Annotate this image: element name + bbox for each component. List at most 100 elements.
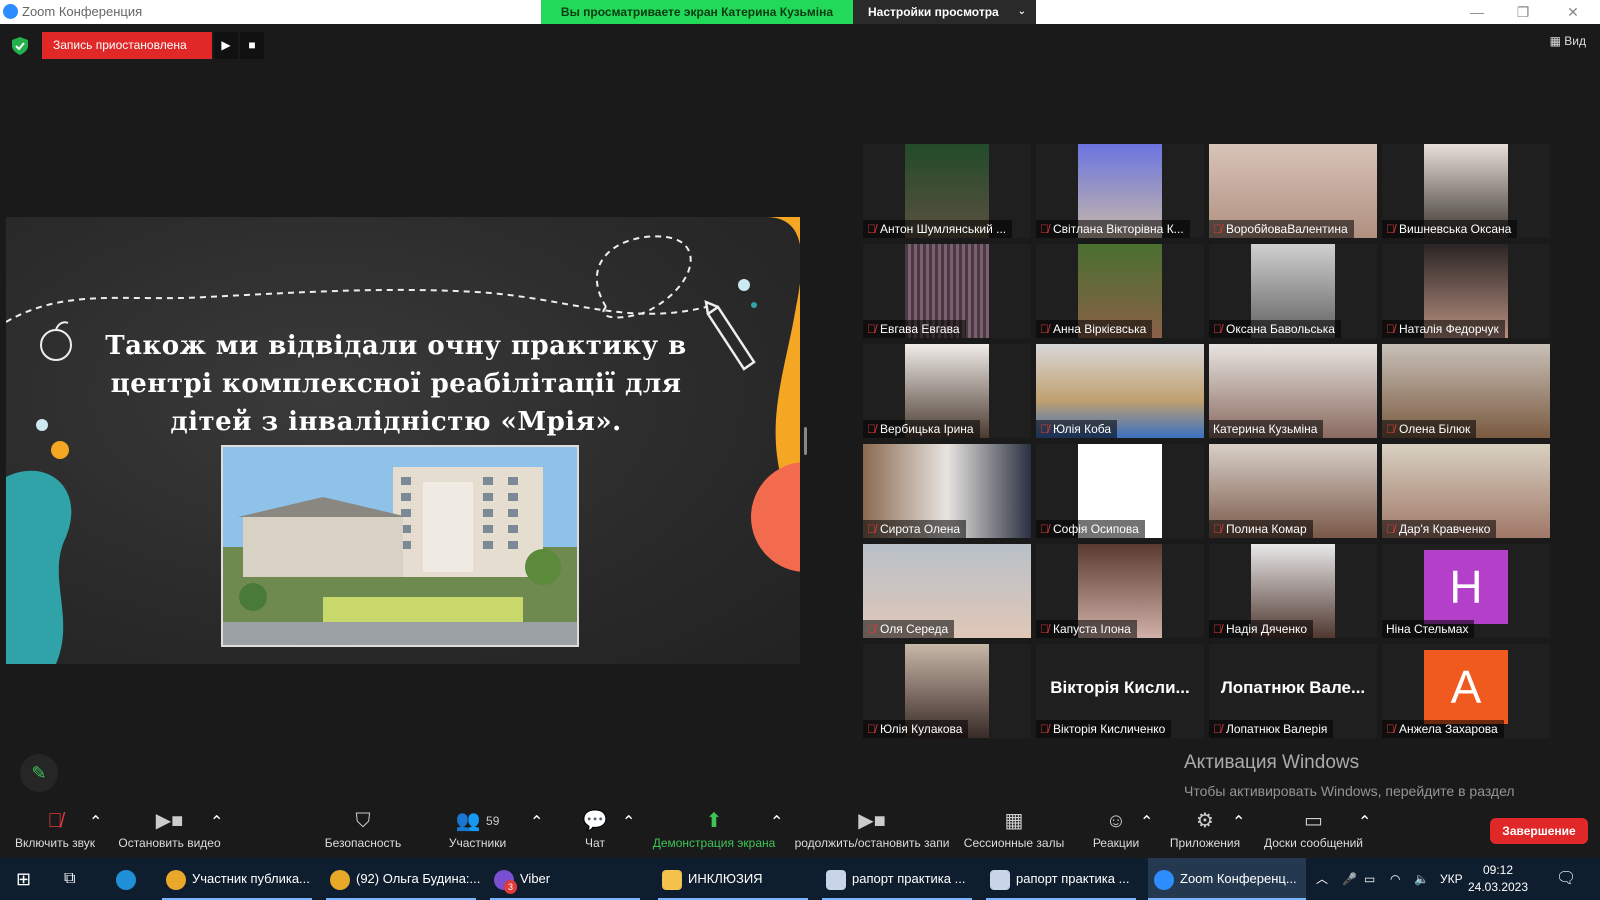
participant-tile[interactable]: 🎙̸ Софія Осипова [1036, 444, 1204, 538]
language-indicator[interactable]: УКР [1440, 858, 1463, 900]
participant-tile[interactable]: Вікторія Кисли... 🎙̸ Вікторія Кисличенко [1036, 644, 1204, 738]
share-options-caret[interactable]: ⌃ [770, 812, 783, 832]
participant-name: Світлана Вікторівна К... [1053, 222, 1184, 236]
participant-tile[interactable]: 🎙̸ Евгава Евгава [863, 244, 1031, 338]
audio-options-caret[interactable]: ⌃ [89, 812, 102, 832]
tray-mic-icon[interactable]: 🎤 [1342, 858, 1357, 900]
shield-check-icon[interactable] [12, 37, 28, 55]
muted-mic-icon: 🎙̸ [867, 222, 876, 236]
whiteboards-button[interactable]: ▭ Доски сообщений [1256, 806, 1371, 858]
participant-tile[interactable]: 🎙̸ Світлана Вікторівна К... [1036, 144, 1204, 238]
record-controls-icon: ▶■ [858, 810, 886, 832]
whiteboards-options-caret[interactable]: ⌃ [1358, 812, 1371, 832]
share-screen-button[interactable]: ⬆ Демонстрация экрана [648, 806, 780, 858]
participant-tile[interactable]: 🎙̸ Надія Дяченко [1209, 544, 1377, 638]
participant-tile[interactable]: 🎙̸ Юлія Коба [1036, 344, 1204, 438]
document-icon [826, 869, 846, 890]
participant-name: Надія Дяченко [1226, 622, 1308, 636]
taskbar-item-folder[interactable]: ИНКЛЮЗИЯ [658, 858, 808, 900]
taskbar-item-word-2[interactable]: рапорт практика ... [986, 858, 1136, 900]
stop-recording-button[interactable]: ■ [240, 32, 264, 59]
reactions-button[interactable]: ☺ Реакции [1088, 806, 1144, 858]
participant-name: Софія Осипова [1053, 522, 1139, 536]
edge-browser-icon[interactable] [116, 858, 146, 900]
apps-label: Приложения [1169, 836, 1241, 850]
participants-button[interactable]: 👥 59 Участники [440, 806, 515, 858]
record-controls-button[interactable]: ▶■ родолжить/остановить запи [788, 806, 956, 858]
taskbar-item-viber[interactable]: Viber [490, 858, 640, 900]
participant-tile[interactable]: 🎙̸ Олена Білюк [1382, 344, 1550, 438]
participant-tile[interactable]: 🎙̸ Дар'я Кравченко [1382, 444, 1550, 538]
participant-tile[interactable]: 🎙̸ Наталія Федорчук [1382, 244, 1550, 338]
wifi-icon[interactable]: ◠ [1390, 858, 1400, 900]
participant-tile[interactable]: 🎙̸ Полина Комар [1209, 444, 1377, 538]
participant-tile[interactable]: 🎙̸ Анна Віркієвська [1036, 244, 1204, 338]
tray-chevron-icon[interactable]: ︿ [1316, 858, 1328, 900]
participant-tile[interactable]: 🎙̸ Вишневська Оксана [1382, 144, 1550, 238]
breakout-rooms-button[interactable]: ▦ Сессионные залы [962, 806, 1066, 858]
taskbar-item-browser-1[interactable]: Участник публика... [162, 858, 312, 900]
participant-display-name: Вікторія Кисли... [1050, 678, 1190, 697]
reactions-options-caret[interactable]: ⌃ [1140, 812, 1153, 832]
windows-start-icon[interactable]: ⊞ [16, 858, 42, 900]
participant-name: Оля Середа [880, 622, 949, 636]
chevron-down-icon: ⌄ [1017, 6, 1026, 17]
active-speaker-tile[interactable]: Катерина Кузьміна [1209, 344, 1377, 438]
participant-tile[interactable]: Лопатнюк Вале... 🎙̸ Лопатнюк Валерія [1209, 644, 1377, 738]
security-label: Безопасность [324, 836, 402, 850]
taskbar-item-zoom[interactable]: Zoom Конференц... [1148, 858, 1306, 900]
participant-name: Анна Віркієвська [1053, 322, 1147, 336]
participant-tile[interactable]: Н Ніна Стельмах [1382, 544, 1550, 638]
window-title: Zoom Конференция [22, 4, 143, 19]
share-screen-icon: ⬆ [705, 810, 723, 832]
minimize-icon[interactable]: — [1462, 2, 1492, 22]
restore-icon[interactable]: ❐ [1508, 2, 1538, 22]
battery-icon[interactable]: ▭ [1364, 858, 1375, 900]
muted-mic-icon: 🎙̸ [1386, 522, 1395, 536]
grid-view-icon: ▦ [1549, 34, 1565, 48]
participant-tile[interactable]: 🎙̸ Юлія Кулакова [863, 644, 1031, 738]
panel-resize-handle[interactable] [804, 427, 807, 455]
document-icon [990, 869, 1010, 890]
resume-recording-button[interactable]: ▶ [214, 32, 238, 59]
browser-icon [330, 869, 350, 890]
task-view-icon[interactable]: ⧉ [64, 858, 90, 900]
volume-icon[interactable]: 🔈 [1414, 858, 1429, 900]
view-button[interactable]: ▦ Вид [1550, 34, 1586, 48]
view-settings-button[interactable]: Настройки просмотра ⌄ [853, 0, 1036, 24]
muted-mic-icon: 🎙̸ [867, 422, 876, 436]
chat-options-caret[interactable]: ⌃ [622, 812, 635, 832]
muted-mic-icon: 🎙̸ [1213, 622, 1222, 636]
chat-button[interactable]: 💬 Чат [575, 806, 615, 858]
taskbar-item-word-1[interactable]: рапорт практика ... [822, 858, 972, 900]
notifications-icon[interactable]: 🗨 [1556, 858, 1576, 900]
participant-tile[interactable]: 🎙̸ Антон Шумлянський ... [863, 144, 1031, 238]
share-screen-label: Демонстрация экрана [652, 836, 776, 850]
participant-name: Юлія Коба [1053, 422, 1112, 436]
folder-icon [662, 869, 682, 890]
close-icon[interactable]: ✕ [1558, 2, 1588, 22]
participant-tile[interactable]: 🎙̸ Сирота Олена [863, 444, 1031, 538]
taskbar-clock[interactable]: 09:12 24.03.2023 [1464, 862, 1532, 896]
participant-tile[interactable]: 🎙̸ Оксана Бавольська [1209, 244, 1377, 338]
muted-mic-icon: 🎙̸ [1213, 322, 1222, 336]
participants-options-caret[interactable]: ⌃ [530, 812, 543, 832]
participant-tile[interactable]: А 🎙̸ Анжела Захарова [1382, 644, 1550, 738]
participant-name: Катерина Кузьміна [1213, 422, 1318, 436]
participant-name: Сирота Олена [880, 522, 960, 536]
security-button[interactable]: ⛉ Безопасность [318, 806, 408, 858]
shield-icon: ⛉ [355, 810, 371, 832]
participant-tile[interactable]: 🎙̸ Вербицька Ірина [863, 344, 1031, 438]
participant-tile[interactable]: 🎙̸ Оля Середа [863, 544, 1031, 638]
apps-options-caret[interactable]: ⌃ [1232, 812, 1245, 832]
end-meeting-button[interactable]: Завершение [1490, 818, 1588, 844]
video-options-caret[interactable]: ⌃ [210, 812, 223, 832]
participant-tile[interactable]: 🎙̸ Капуста Ілона [1036, 544, 1204, 638]
windows-activation-title: Активация Windows [1184, 752, 1360, 773]
muted-mic-icon: 🎙̸ [1213, 522, 1222, 536]
unmute-button[interactable]: 🎙̸ Включить звук [10, 806, 100, 858]
apple-icon [40, 321, 72, 361]
annotate-pencil-button[interactable]: ✎ [20, 754, 58, 792]
taskbar-item-browser-2[interactable]: (92) Ольга Будина:... [326, 858, 480, 900]
participant-tile[interactable]: 🎙̸ ВоробйоваВалентина [1209, 144, 1377, 238]
